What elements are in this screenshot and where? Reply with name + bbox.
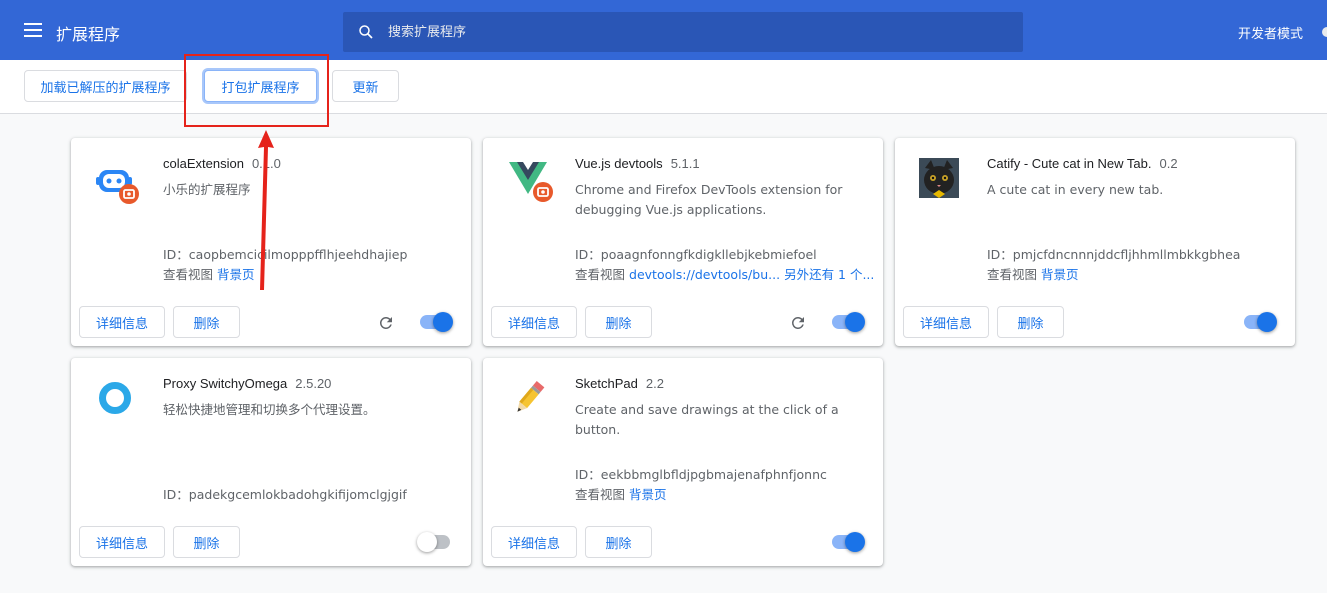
extension-version: 2.2 (645, 376, 664, 391)
inspect-view-link[interactable]: 背景页 (629, 487, 667, 502)
search-input[interactable] (388, 20, 988, 44)
reload-icon[interactable] (789, 314, 807, 332)
enable-toggle[interactable] (417, 532, 450, 552)
remove-button[interactable]: 删除 (585, 526, 652, 558)
details-button[interactable]: 详细信息 (491, 306, 577, 338)
details-button[interactable]: 详细信息 (79, 526, 165, 558)
extension-name: SketchPad 2.2 (575, 376, 664, 391)
extension-id: ID：pmjcfdncnnnjddcfljhhmllmbkkgbhea (987, 247, 1241, 262)
extension-version: 2.5.20 (295, 376, 332, 391)
extension-version: 0.2 (1159, 156, 1178, 171)
dev-mode-toggle[interactable] (1322, 27, 1327, 37)
inspect-views: 查看视图 devtools://devtools/bu... 另外还有 1 个... (575, 267, 875, 282)
robot-icon (96, 170, 139, 204)
extension-description: A cute cat in every new tab. (987, 182, 1164, 197)
extension-name: Proxy SwitchyOmega 2.5.20 (163, 376, 332, 391)
inspect-views: 查看视图 背景页 (575, 487, 667, 502)
dev-mode-label: 开发者模式 (1238, 27, 1304, 42)
search-icon (359, 25, 373, 39)
app-header: 扩展程序 开发者模式 (0, 0, 1327, 60)
details-button[interactable]: 详细信息 (903, 306, 989, 338)
details-button[interactable]: 详细信息 (79, 306, 165, 338)
pack-extension-button[interactable]: 打包扩展程序 (204, 70, 317, 102)
extension-name: Vue.js devtools 5.1.1 (575, 156, 700, 171)
inspect-views: 查看视图 背景页 (163, 267, 255, 282)
extension-card: Vue.js devtools 5.1.1 Chrome and Firefox … (483, 138, 883, 346)
extension-description: 轻松快捷地管理和切换多个代理设置。 (163, 402, 376, 417)
enable-toggle[interactable] (1244, 312, 1277, 332)
extension-version: 0.1.0 (251, 156, 281, 171)
inspect-view-link[interactable]: devtools://devtools/bu... (629, 267, 780, 282)
extension-card: Proxy SwitchyOmega 2.5.20 轻松快捷地管理和切换多个代理设… (71, 358, 471, 566)
remove-button[interactable]: 删除 (173, 526, 240, 558)
extension-name: Catify - Cute cat in New Tab. 0.2 (987, 156, 1178, 171)
inspect-views: 查看视图 背景页 (987, 267, 1079, 282)
inspect-view-link[interactable]: 背景页 (217, 267, 255, 282)
extension-id: ID：poaagnfonngfkdigkllebjkebmiefoel (575, 247, 817, 262)
more-views-link[interactable]: 另外还有 1 个... (784, 267, 874, 282)
page-title: 扩展程序 (56, 25, 121, 44)
omega-ring-icon (99, 382, 131, 414)
load-unpacked-button[interactable]: 加载已解压的扩展程序 (24, 70, 187, 102)
pencil-icon (517, 380, 545, 412)
cat-icon (919, 158, 959, 198)
reload-icon[interactable] (377, 314, 395, 332)
remove-button[interactable]: 删除 (585, 306, 652, 338)
enable-toggle[interactable] (832, 532, 865, 552)
extension-name: colaExtension 0.1.0 (163, 156, 281, 171)
menu-icon[interactable] (24, 23, 42, 37)
extension-card: colaExtension 0.1.0 小乐的扩展程序 ID：caopbemcic… (71, 138, 471, 346)
enable-toggle[interactable] (832, 312, 865, 332)
inspect-view-link[interactable]: 背景页 (1041, 267, 1079, 282)
extension-id: ID：caopbemcicilmopppfflhjeehdhajiep (163, 247, 408, 262)
remove-button[interactable]: 删除 (173, 306, 240, 338)
extension-id: ID：padekgcemlokbadohgkifijomclgjgif (163, 487, 407, 502)
extension-id: ID：eekbbmglbfldjpgbmajenafphnfjonnc (575, 467, 827, 482)
details-button[interactable]: 详细信息 (491, 526, 577, 558)
search-box[interactable] (343, 12, 1023, 52)
extension-description: 小乐的扩展程序 (163, 182, 251, 197)
remove-button[interactable]: 删除 (997, 306, 1064, 338)
vue-icon (509, 162, 553, 202)
extension-description: Chrome and Firefox DevTools extension fo… (575, 182, 843, 217)
extension-card: Catify - Cute cat in New Tab. 0.2 A cute … (895, 138, 1295, 346)
update-button[interactable]: 更新 (332, 70, 399, 102)
extension-description: Create and save drawings at the click of… (575, 402, 839, 437)
enable-toggle[interactable] (420, 312, 453, 332)
toolbar: 加载已解压的扩展程序 打包扩展程序 更新 (0, 60, 1327, 114)
extension-version: 5.1.1 (670, 156, 700, 171)
extension-card: SketchPad 2.2 Create and save drawings at… (483, 358, 883, 566)
